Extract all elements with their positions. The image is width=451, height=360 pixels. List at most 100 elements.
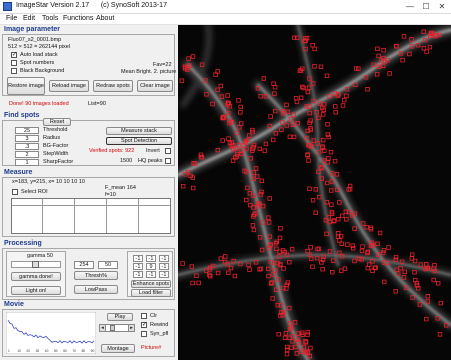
spot-detection-button[interactable]: Spot Detection (106, 137, 172, 145)
step-width-input[interactable]: 2 (15, 151, 39, 158)
intensity-plot: 1 10 20 30 40 50 60 70 80 90 (6, 312, 96, 354)
plot-tick-label: 40 (45, 349, 49, 353)
matrix-cell[interactable]: -1 (146, 271, 156, 278)
status-message: Done! 90 images loaded (9, 101, 69, 107)
verified-spots: Verified spots: 922 (89, 148, 135, 154)
restore-image-button[interactable]: Restore image (7, 77, 45, 95)
menu-tools[interactable]: Tools (42, 15, 58, 22)
reset-button[interactable]: Reset (43, 118, 71, 126)
fluorescence-image[interactable] (178, 25, 451, 360)
plot-tick-label: 80 (82, 349, 86, 353)
threshold-input[interactable]: 25 (15, 127, 39, 134)
plot-tick-label: 20 (26, 349, 30, 353)
frame-slider[interactable]: ◂ ▸ (99, 324, 135, 332)
matrix-cell[interactable]: -1 (133, 255, 143, 262)
thresh-low-input[interactable]: 254 (74, 261, 94, 269)
matrix-cell[interactable]: -1 (146, 255, 156, 262)
sharp-factor-label: SharpFactor (43, 159, 74, 165)
menu-file[interactable]: File (6, 15, 17, 22)
syn-pfl-checkbox[interactable] (141, 331, 147, 337)
play-button[interactable]: Play (107, 313, 133, 321)
clear-image-button[interactable]: Clear image (137, 80, 173, 92)
bg-factor-label: BG-Factor (43, 143, 69, 149)
clr-checkbox[interactable] (141, 313, 147, 319)
auto-load-checkbox[interactable]: ✓ (11, 52, 17, 58)
redraw-spots-button[interactable]: Redraw spots (93, 80, 133, 92)
movie-header: Movie (4, 301, 24, 308)
sharp-factor-input[interactable]: 1 (15, 159, 39, 166)
rewind-checkbox[interactable]: ✓ (141, 322, 147, 328)
plot-tick-label: 70 (72, 349, 76, 353)
menu-edit[interactable]: Edit (23, 15, 35, 22)
auto-load-label: Auto load stack (20, 52, 58, 58)
select-roi-label: Select ROI (21, 189, 48, 195)
enhance-spots-button[interactable]: Enhance spots (131, 280, 171, 288)
matrix-cell[interactable]: -1 (159, 263, 169, 270)
movie-panel: 1 10 20 30 40 50 60 70 80 90 Play ◂ ▸ Clr ✓ Rewin… (2, 309, 175, 357)
app-icon (3, 2, 12, 11)
bg-factor-input[interactable]: .3 (15, 143, 39, 150)
gamma-done-button[interactable]: gamma done! (11, 272, 61, 281)
plot-tick-label: 60 (63, 349, 67, 353)
lowpass-button[interactable]: LowPass (74, 285, 118, 294)
gamma-group: gamma 50 gamma done! Light on! (6, 251, 66, 297)
plot-tick-label: 1 (8, 349, 10, 353)
mean-bright-label: Mean Bright. 2. picture (121, 69, 177, 75)
matrix-cell[interactable]: -1 (133, 271, 143, 278)
spot-numbers-checkbox[interactable] (11, 60, 17, 66)
list-count: List=90 (88, 101, 106, 107)
processing-header: Processing (4, 240, 42, 247)
slider-left-arrow[interactable]: ◂ (100, 325, 106, 331)
radius-input[interactable]: 3 (15, 135, 39, 142)
matrix-cell[interactable]: 9 (146, 263, 156, 270)
image-param-header: Image parameter (4, 26, 61, 33)
picture-number-label: Picture# (141, 345, 162, 351)
matrix-cell[interactable]: -1 (133, 263, 143, 270)
gamma-slider-thumb[interactable] (32, 261, 39, 268)
plot-tick-label: 50 (54, 349, 58, 353)
filename: Fluo07_s2_0001.bmp (8, 37, 62, 43)
image-param-panel: Fluo07_s2_0001.bmp 512 × 512 = 262144 pi… (2, 34, 177, 96)
close-button[interactable]: ✕ (435, 1, 449, 12)
select-roi-checkbox[interactable] (12, 189, 18, 195)
invert-checkbox[interactable] (165, 148, 171, 154)
black-background-label: Black Background (20, 68, 65, 74)
matrix-cell[interactable]: -1 (159, 271, 169, 278)
load-filter-button[interactable]: Load filter (131, 289, 171, 297)
menu-functions[interactable]: Functions (63, 15, 93, 22)
reload-image-button[interactable]: Reload image (49, 80, 89, 92)
spot-numbers-label: Spot numbers (20, 60, 55, 66)
invert-label: Invert (146, 148, 160, 154)
hq-peaks-label: HQ peaks (138, 158, 163, 164)
black-background-checkbox[interactable] (11, 68, 17, 74)
measure-coordinates: x=183, y=215, x= 10 10 10 10 (12, 179, 85, 185)
image-dimensions: 512 × 512 = 262144 pixel (8, 44, 71, 50)
rewind-label: Rewind (150, 322, 169, 328)
frame-slider-thumb[interactable] (110, 325, 115, 331)
matrix-cell[interactable]: -1 (159, 255, 169, 262)
plot-tick-label: 10 (17, 349, 21, 353)
slider-right-arrow[interactable]: ▸ (128, 325, 134, 331)
menu-bar: File Edit Tools Functions About (0, 14, 451, 25)
radius-label: Radius (43, 135, 61, 141)
step-width-label: StepWidth (43, 151, 69, 157)
measure-table-header (12, 199, 170, 206)
thresh-high-input[interactable]: 50 (98, 261, 118, 269)
hq-peaks-checkbox[interactable] (165, 158, 171, 164)
light-on-button[interactable]: Light on! (11, 286, 61, 295)
fav-value: Fav=22 (153, 62, 172, 68)
montage-button[interactable]: Montage (101, 344, 135, 353)
minimize-button[interactable]: — (403, 1, 417, 12)
measure-stack-button[interactable]: Measure stack (106, 127, 172, 135)
menu-about[interactable]: About (96, 15, 114, 22)
measure-panel: x=183, y=215, x= 10 10 10 10 F_mean 164 … (2, 177, 175, 237)
microscopy-image-view[interactable] (178, 25, 451, 360)
thresh-percent-button[interactable]: Thresh% (74, 271, 118, 280)
measure-table[interactable] (11, 198, 171, 234)
gamma-slider[interactable] (11, 261, 61, 268)
maximize-button[interactable]: ☐ (419, 1, 433, 12)
plot-tick-label: 30 (36, 349, 40, 353)
hq-peaks-value: 1500 (120, 158, 133, 164)
plot-tick-label: 90 (91, 349, 95, 353)
title-bar: ImageStar Version 2.17 (c) SynoSoft 2013… (0, 0, 451, 14)
